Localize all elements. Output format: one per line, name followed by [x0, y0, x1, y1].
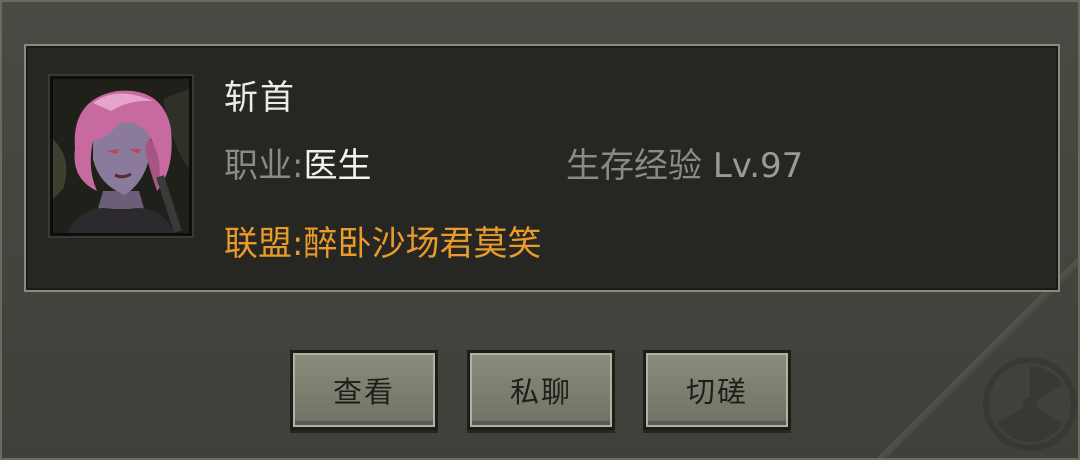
job-label: 职业:	[224, 146, 304, 186]
player-name: 斩首	[224, 78, 296, 118]
player-level: Lv.97	[712, 146, 804, 186]
player-info-panel: 斩首 职业:医生 生存经验 Lv.97 联盟:醉卧沙场君莫笑	[24, 44, 1060, 292]
view-button[interactable]: 查看	[290, 350, 438, 430]
survival-exp-row: 生存经验 Lv.97	[566, 138, 803, 187]
avatar-portrait-image	[53, 79, 189, 233]
player-avatar[interactable]	[50, 76, 192, 236]
alliance-row: 联盟:醉卧沙场君莫笑	[224, 216, 541, 265]
job-value: 医生	[303, 146, 372, 186]
duel-button[interactable]: 切磋	[643, 350, 791, 430]
alliance-label: 联盟:	[224, 224, 304, 264]
player-info-popup: 斩首 职业:医生 生存经验 Lv.97 联盟:醉卧沙场君莫笑 查看 私聊 切磋	[0, 0, 1080, 460]
radiation-icon	[983, 357, 1077, 451]
survival-exp-label: 生存经验	[566, 146, 702, 186]
private-chat-button[interactable]: 私聊	[467, 350, 615, 430]
job-row: 职业:医生	[224, 138, 371, 187]
alliance-name[interactable]: 醉卧沙场君莫笑	[303, 224, 541, 264]
